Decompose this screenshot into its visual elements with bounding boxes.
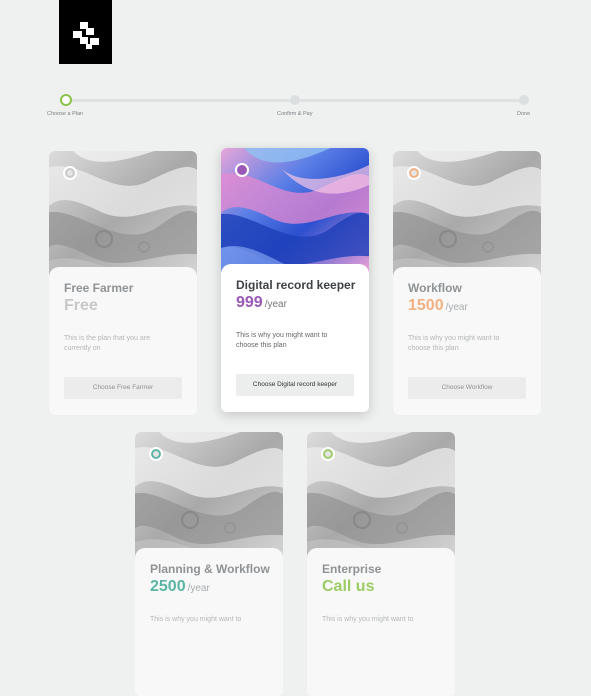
plan-price-value: 999 [236, 294, 263, 311]
plan-price-unit: /year [445, 302, 468, 313]
plan-radio[interactable] [407, 166, 421, 180]
plan-name: Free Farmer [64, 281, 134, 295]
plan-price-unit: /year [264, 299, 287, 310]
plan-card[interactable]: Enterprise Call us This is why you might w… [307, 432, 455, 696]
choose-plan-button[interactable]: Choose Digital record keeper [236, 374, 354, 396]
blocks-logo-icon [73, 22, 99, 49]
plan-radio[interactable] [235, 163, 249, 177]
plan-description: This is why you might want to choose thi… [408, 335, 500, 352]
plan-name: Workflow [408, 281, 462, 295]
plan-card[interactable]: Free Farmer Free This is the plan that you… [49, 151, 197, 415]
plan-card[interactable]: Digital record keeper 999/year This is why… [221, 148, 369, 412]
plan-card[interactable]: Planning & Workflow 2500/year This is why … [135, 432, 283, 696]
choose-plan-button[interactable]: Choose Free Farmer [64, 377, 182, 399]
plan-body: Free Farmer Free This is the plan that you… [49, 267, 197, 415]
step-label-confirm-pay: Confirm & Pay [277, 111, 313, 117]
choose-plan-button[interactable]: Choose Workflow [408, 377, 526, 399]
plan-price: Call us [322, 578, 376, 596]
company-logo[interactable] [59, 0, 112, 64]
plan-name: Digital record keeper [236, 278, 356, 292]
plan-price-value: Call us [322, 578, 375, 595]
step-label-choose-plan: Choose a Plan [47, 111, 84, 117]
plan-body: Enterprise Call us This is why you might w… [307, 548, 455, 696]
plan-body: Digital record keeper 999/year This is why… [221, 264, 369, 412]
step-label-done: Done [517, 111, 531, 117]
plan-name: Planning & Workflow [150, 562, 270, 576]
plan-radio[interactable] [321, 447, 335, 461]
plan-description: This is the plan that you are currently … [64, 335, 150, 352]
plan-price-value: 2500 [150, 578, 186, 595]
step-dot-choose-plan[interactable] [60, 94, 72, 106]
step-dot-confirm-pay[interactable] [290, 95, 300, 105]
plan-description: This is why you might want to choose thi… [236, 332, 328, 349]
plan-price-value: Free [64, 297, 98, 314]
plan-price: Free [64, 297, 100, 315]
plan-radio[interactable] [63, 166, 77, 180]
plan-name: Enterprise [322, 562, 382, 576]
progress-stepper: Choose a Plan Confirm & Pay Done [0, 90, 591, 120]
plan-radio[interactable] [149, 447, 163, 461]
plan-price: 2500/year [150, 578, 210, 596]
plan-body: Planning & Workflow 2500/year This is why … [135, 548, 283, 696]
plan-body: Workflow 1500/year This is why you might w… [393, 267, 541, 415]
plan-price: 999/year [236, 294, 287, 312]
plan-price-value: 1500 [408, 297, 444, 314]
plan-price-unit: /year [187, 583, 210, 594]
plan-card[interactable]: Workflow 1500/year This is why you might w… [393, 151, 541, 415]
step-dot-done[interactable] [519, 95, 529, 105]
plan-price: 1500/year [408, 297, 468, 315]
